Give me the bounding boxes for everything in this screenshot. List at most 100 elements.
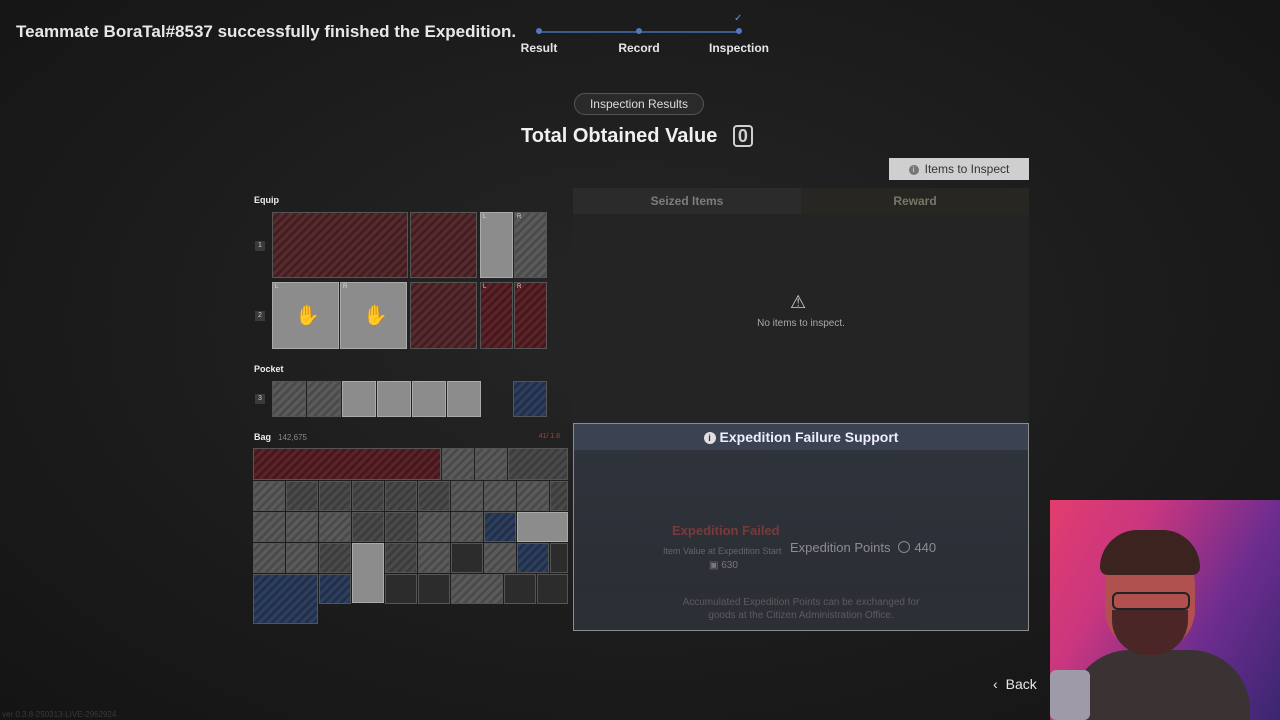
webcam-hair — [1100, 530, 1200, 575]
weapon-slot-primary[interactable] — [272, 212, 408, 278]
bag-item[interactable] — [475, 448, 507, 480]
bag-item[interactable] — [418, 543, 450, 573]
bag-item[interactable] — [286, 481, 318, 511]
bag-item[interactable] — [385, 543, 417, 573]
webcam-beard — [1112, 610, 1188, 655]
bag-item[interactable] — [319, 543, 351, 573]
row-number: 3 — [255, 394, 265, 404]
bag-slot-empty[interactable] — [537, 574, 568, 604]
tab-reward[interactable]: Reward — [801, 188, 1029, 214]
bag-item[interactable] — [286, 512, 318, 542]
armor-slot[interactable] — [410, 282, 477, 349]
bag-item[interactable] — [484, 543, 516, 573]
step-dot — [536, 28, 542, 34]
total-label: Total Obtained Value — [521, 125, 718, 147]
bag-item[interactable] — [484, 512, 516, 542]
slot-corner-label: R — [517, 284, 522, 290]
bag-item-large[interactable] — [253, 448, 441, 480]
bag-item[interactable] — [352, 481, 384, 511]
bag-item[interactable] — [319, 481, 351, 511]
bag-item[interactable] — [517, 512, 568, 542]
pocket-slot[interactable] — [412, 381, 446, 417]
bag-item-large[interactable] — [253, 574, 318, 624]
expedition-points-label: Expedition Points — [790, 540, 891, 555]
bag-item[interactable] — [253, 543, 285, 573]
bag-item[interactable] — [385, 481, 417, 511]
bag-item[interactable] — [385, 512, 417, 542]
failure-support-title: Expedition Failure Support — [719, 429, 899, 445]
bag-slot-empty[interactable] — [418, 574, 450, 604]
glove-left-slot[interactable]: L ✋ — [272, 282, 339, 349]
bag-item[interactable] — [352, 512, 384, 542]
bag-item[interactable] — [451, 481, 483, 511]
left-hand-slot[interactable]: L — [480, 212, 513, 278]
items-to-inspect-button[interactable]: i Items to Inspect — [889, 158, 1029, 180]
version-label: ver 0.3.8-250313-LIVE-2962924 — [2, 710, 117, 719]
tab-seized-items[interactable]: Seized Items — [573, 188, 801, 214]
info-icon: i — [703, 432, 716, 444]
teammate-notice: Teammate BoraTal#8537 successfully finis… — [16, 22, 517, 41]
bag-item[interactable] — [550, 481, 568, 511]
bag-item[interactable] — [517, 543, 549, 573]
bag-slot-empty[interactable] — [550, 543, 568, 573]
failure-note-line: Accumulated Expedition Points can be exc… — [682, 597, 920, 608]
bag-item[interactable] — [418, 512, 450, 542]
leg-right-slot[interactable]: R — [514, 282, 547, 349]
total-value: 0 — [732, 125, 753, 147]
slot-corner-label: L — [483, 214, 487, 220]
right-hand-slot[interactable]: R — [514, 212, 547, 278]
bag-title: Bag — [254, 432, 272, 442]
pocket-slot[interactable] — [377, 381, 411, 417]
loadout-panel: Equip 1 L R 2 L ✋ R ✋ L R Pocket 3 Bag 142… — [252, 188, 570, 628]
bag-item[interactable] — [451, 512, 483, 542]
leg-left-slot[interactable]: L — [480, 282, 513, 349]
equip-title: Equip — [254, 195, 279, 205]
webcam-overlay — [1050, 500, 1280, 720]
step-dot — [636, 28, 642, 34]
bag-slot-empty[interactable] — [504, 574, 536, 604]
step-dot — [736, 28, 742, 34]
expedition-points-value: 440 — [914, 540, 937, 555]
failure-support-body: Expedition Failed Item Value at Expediti… — [574, 450, 1028, 630]
inspection-panel: Seized Items Reward ⚠ No items to inspec… — [573, 188, 1029, 423]
special-pocket-slot[interactable] — [513, 381, 547, 417]
items-to-inspect-label: Items to Inspect — [924, 162, 1010, 176]
bag-item[interactable] — [508, 448, 568, 480]
bag-item[interactable] — [253, 481, 285, 511]
bag-item[interactable] — [319, 574, 351, 604]
item-value-label: Item Value at Expedition Start — [663, 546, 782, 556]
glove-right-slot[interactable]: R ✋ — [340, 282, 407, 349]
back-button[interactable]: ‹ Back — [993, 676, 1037, 692]
pocket-slot[interactable] — [307, 381, 341, 417]
empty-message: No items to inspect. — [757, 318, 845, 329]
pocket-slot[interactable] — [447, 381, 481, 417]
progress-stepper: Result Record ✓ Inspection — [520, 13, 780, 55]
bag-item[interactable] — [517, 481, 549, 511]
slot-corner-label: L — [483, 284, 487, 290]
bag-slot-empty[interactable] — [385, 574, 417, 604]
slot-corner-label: R — [517, 214, 522, 220]
bag-item[interactable] — [253, 512, 285, 542]
bag-value: 142,675 — [278, 433, 307, 442]
bag-weight: 41/ 1.8 — [538, 433, 560, 440]
bag-item-tall[interactable] — [352, 543, 384, 603]
webcam-shirt — [1070, 650, 1250, 720]
helmet-slot[interactable] — [410, 212, 477, 278]
bag-item[interactable] — [442, 448, 474, 480]
pocket-slot[interactable] — [342, 381, 376, 417]
pocket-slot[interactable] — [272, 381, 306, 417]
coin-icon — [898, 541, 911, 553]
slot-corner-label: L — [275, 284, 279, 290]
bag-item[interactable] — [286, 543, 318, 573]
currency-icon: ▣ — [709, 560, 722, 571]
bag-item[interactable] — [484, 481, 516, 511]
item-value: ▣ 630 — [709, 560, 738, 571]
bag-slot-empty[interactable] — [451, 543, 483, 573]
bag-item[interactable] — [319, 512, 351, 542]
pocket-title: Pocket — [254, 364, 284, 374]
bag-item[interactable] — [418, 481, 450, 511]
chevron-left-icon: ‹ — [993, 676, 998, 692]
step-label: Record — [618, 41, 660, 55]
check-icon: ✓ — [734, 13, 743, 24]
bag-item[interactable] — [451, 574, 503, 604]
